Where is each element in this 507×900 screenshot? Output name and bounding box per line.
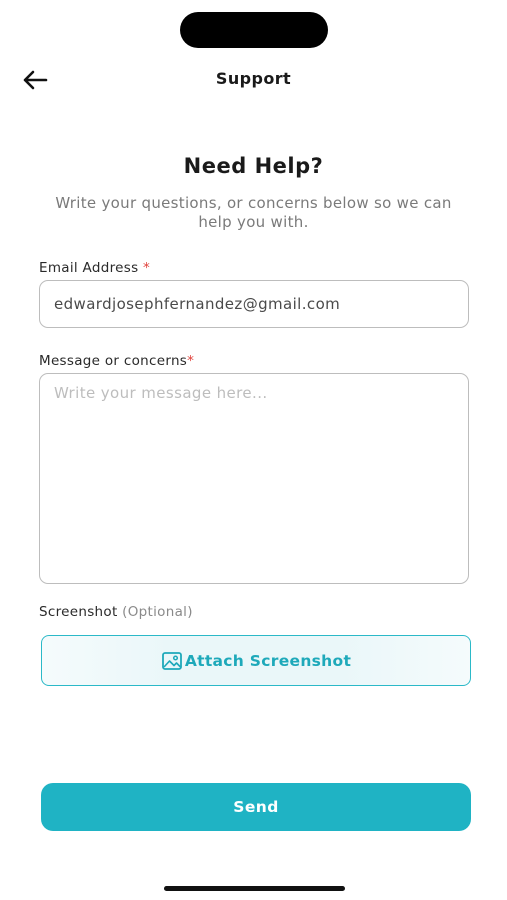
support-screen: Support Need Help? Write your questions,… [0, 0, 507, 900]
image-icon [161, 651, 182, 670]
attach-screenshot-label: Attach Screenshot [184, 651, 352, 670]
page-subtitle: Write your questions, or concerns below … [55, 194, 452, 231]
email-required-mark: * [143, 260, 151, 276]
email-label-text: Email Address [39, 260, 139, 276]
nav-bar: Support [0, 58, 507, 102]
message-required-mark: * [187, 353, 195, 369]
message-label: Message or concerns* [39, 353, 194, 369]
email-field[interactable] [39, 280, 469, 328]
home-indicator [164, 886, 345, 891]
screenshot-label: Screenshot (Optional) [39, 604, 193, 620]
dynamic-island [180, 12, 328, 48]
nav-title: Support [215, 69, 292, 88]
email-label: Email Address * [39, 260, 150, 276]
attach-screenshot-button[interactable]: Attach Screenshot [41, 635, 471, 686]
send-button[interactable]: Send [41, 783, 471, 831]
screenshot-optional-text: (Optional) [122, 604, 193, 620]
page-heading: Need Help? [183, 154, 324, 178]
message-field[interactable] [39, 373, 469, 584]
screenshot-label-text: Screenshot [39, 604, 118, 620]
message-label-text: Message or concerns [39, 353, 188, 369]
